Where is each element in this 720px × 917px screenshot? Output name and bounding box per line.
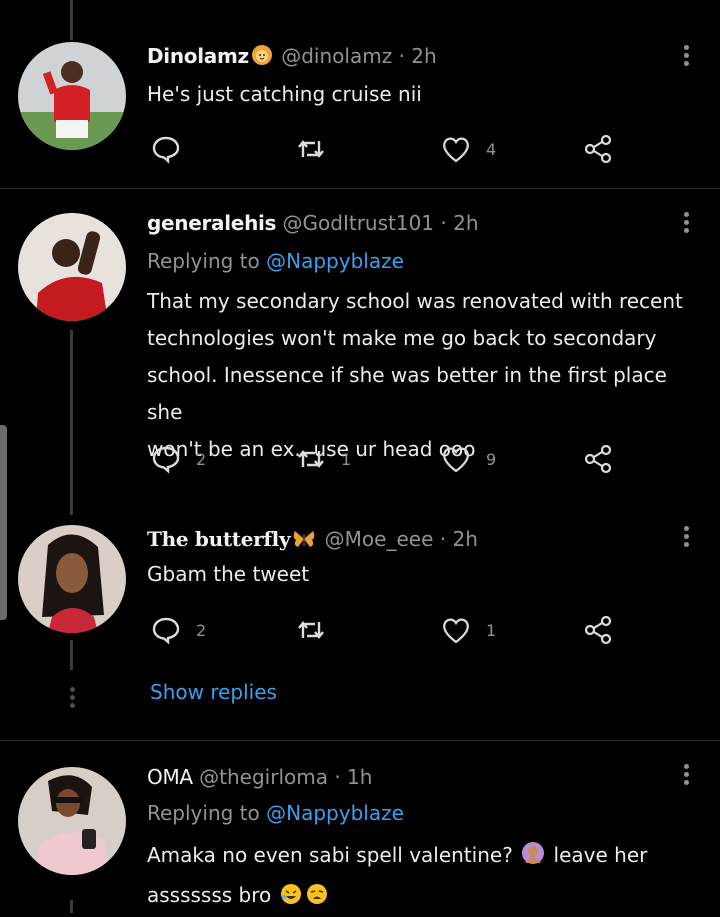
lion-face-emoji: [251, 44, 273, 71]
tweet-generalehis[interactable]: generalehis @GodItrust101 · 2h Replying …: [0, 189, 720, 509]
like-button[interactable]: 9: [440, 442, 496, 476]
rolling-laughing-emoji: [280, 880, 302, 917]
reply-icon: [152, 136, 180, 164]
more-options-icon[interactable]: [676, 523, 696, 553]
retweet-icon: [298, 621, 324, 639]
tweet-header: The butterfly @Moe_eee · 2h: [147, 527, 478, 554]
reply-count: 2: [196, 620, 207, 640]
tweet-header: OMA @thegirloma · 1h: [147, 765, 372, 789]
handle: @dinolamz: [281, 44, 393, 68]
more-options-icon[interactable]: [676, 42, 696, 72]
avatar[interactable]: [18, 213, 126, 321]
handle: @thegirloma: [199, 765, 328, 789]
reply-button[interactable]: 2: [150, 613, 206, 647]
like-count: 9: [486, 449, 497, 469]
timestamp: · 2h: [439, 527, 478, 551]
tweet-oma[interactable]: OMA @thegirloma · 1h Replying to @Nappyb…: [0, 741, 720, 913]
woman-gesturing-no-emoji: [521, 840, 545, 877]
avatar[interactable]: [18, 767, 126, 875]
collapsed-thread-dots: [68, 684, 76, 711]
retweet-button[interactable]: 1: [295, 442, 351, 476]
reply-button[interactable]: [150, 132, 182, 166]
action-bar: 2 1: [150, 613, 630, 647]
tweet-text: He's just catching cruise nii: [147, 82, 422, 106]
tweet-header: generalehis @GodItrust101 · 2h: [147, 211, 479, 235]
reply-button[interactable]: 2: [150, 442, 206, 476]
like-count: 1: [486, 620, 497, 640]
timestamp: · 2h: [440, 211, 479, 235]
display-name[interactable]: OMA: [147, 765, 193, 789]
mention-link[interactable]: @Nappyblaze: [266, 249, 404, 273]
retweet-icon: [298, 450, 324, 468]
replying-to-label: Replying to: [147, 801, 260, 825]
reply-icon: [152, 446, 180, 474]
tweet-text: Gbam the tweet: [147, 562, 310, 586]
more-options-icon[interactable]: [676, 209, 696, 239]
show-replies-link[interactable]: Show replies: [150, 680, 277, 704]
more-options-icon[interactable]: [676, 761, 696, 791]
share-icon: [584, 444, 612, 474]
weary-face-emoji: [306, 880, 328, 917]
timestamp: · 1h: [334, 765, 373, 789]
action-bar: 4: [150, 132, 630, 166]
tweet-text: Amaka no even sabi spell valentine? leav…: [147, 837, 707, 917]
reply-count: 2: [196, 449, 207, 469]
handle: @Moe_eee: [324, 527, 434, 551]
reply-icon: [152, 617, 180, 645]
heart-icon: [443, 137, 469, 163]
like-button[interactable]: 1: [440, 613, 496, 647]
mention-link[interactable]: @Nappyblaze: [266, 801, 404, 825]
retweet-count: 1: [341, 449, 352, 469]
share-button[interactable]: [582, 442, 614, 476]
tweet-header: Dinolamz @dinolamz · 2h: [147, 44, 437, 71]
action-bar: 2 1 9: [150, 442, 630, 476]
share-button[interactable]: [582, 613, 614, 647]
tweet-the-butterfly[interactable]: The butterfly @Moe_eee · 2h Gbam the twe…: [0, 509, 720, 669]
tweet-text: That my secondary school was renovated w…: [147, 289, 683, 461]
share-icon: [584, 134, 612, 164]
retweet-button[interactable]: [295, 132, 327, 166]
retweet-icon: [298, 140, 324, 158]
butterfly-emoji: [292, 529, 316, 554]
handle: @GodItrust101: [282, 211, 435, 235]
avatar[interactable]: [18, 42, 126, 150]
display-name[interactable]: generalehis: [147, 211, 276, 235]
replying-to: Replying to @Nappyblaze: [147, 801, 404, 825]
share-button[interactable]: [582, 132, 614, 166]
replying-to: Replying to @Nappyblaze: [147, 249, 404, 273]
display-name[interactable]: The butterfly: [147, 527, 291, 551]
share-icon: [584, 615, 612, 645]
like-button[interactable]: 4: [440, 132, 496, 166]
timestamp: · 2h: [398, 44, 437, 68]
display-name[interactable]: Dinolamz: [147, 44, 249, 68]
replying-to-label: Replying to: [147, 249, 260, 273]
retweet-button[interactable]: [295, 613, 327, 647]
heart-icon: [443, 447, 469, 473]
tweet-dinolamz[interactable]: Dinolamz @dinolamz · 2h He's just catchi…: [0, 0, 720, 188]
like-count: 4: [486, 139, 497, 159]
avatar[interactable]: [18, 525, 126, 633]
heart-icon: [443, 618, 469, 644]
